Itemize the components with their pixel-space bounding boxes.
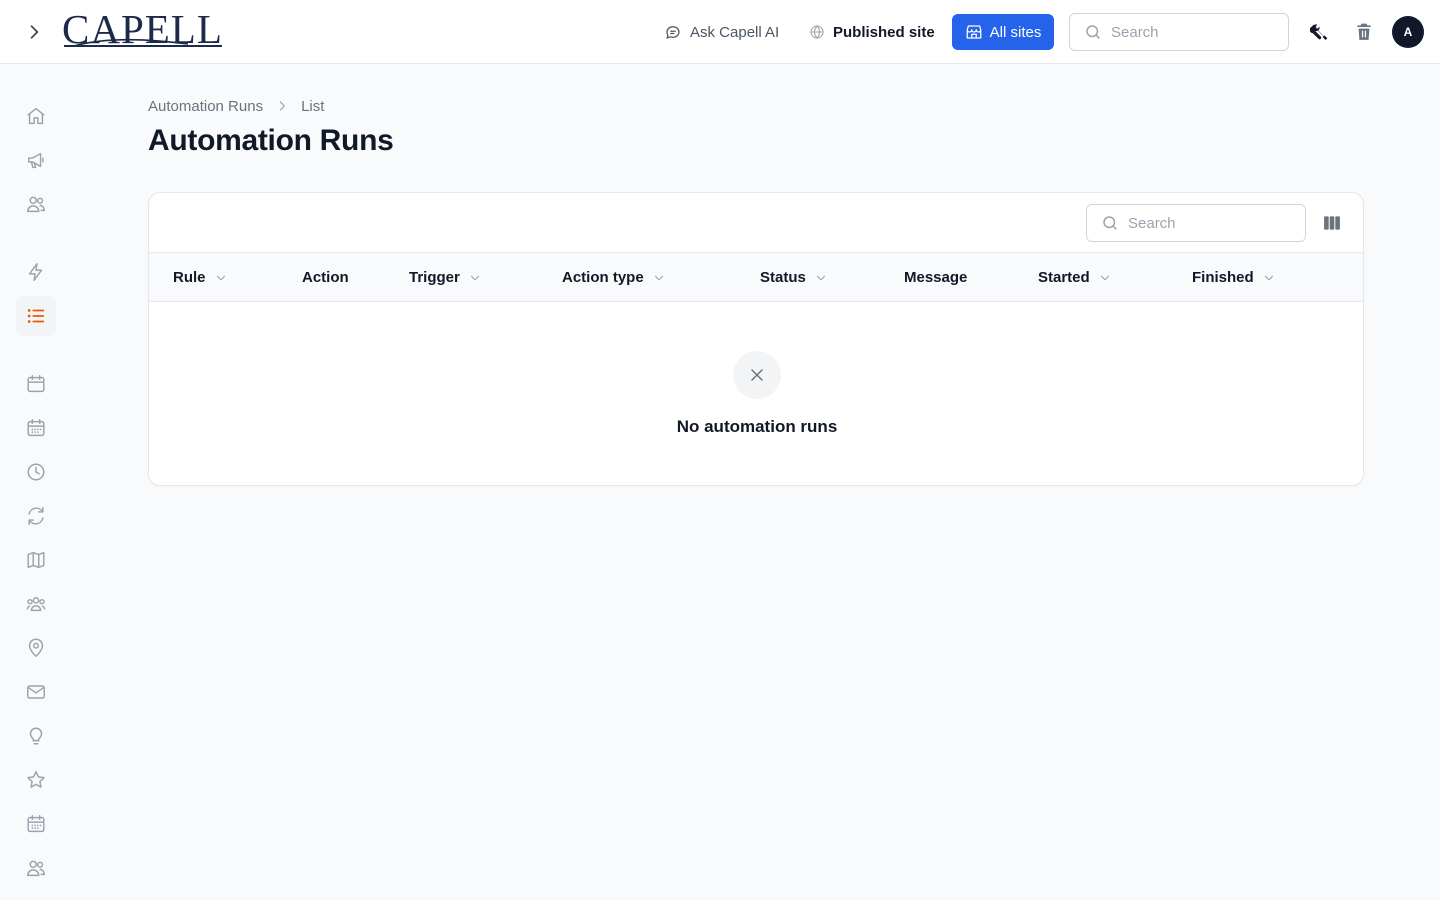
sidebar-item-automations[interactable] [16, 252, 56, 292]
column-header-started[interactable]: Started [1038, 253, 1112, 302]
logo-underline [64, 45, 222, 47]
column-header-action-type[interactable]: Action type [562, 253, 666, 302]
all-sites-label: All sites [989, 23, 1042, 41]
sidebar-item-automation-runs[interactable] [16, 296, 56, 336]
view-columns-icon [1324, 216, 1340, 230]
global-search-input[interactable] [1111, 23, 1271, 41]
search-icon [1103, 216, 1117, 230]
home-icon [27, 107, 45, 125]
column-header-label: Rule [173, 269, 206, 286]
sidebar-item-users[interactable] [16, 184, 56, 224]
column-header-label: Action type [562, 269, 644, 286]
sidebar-item-members[interactable] [16, 848, 56, 888]
breadcrumb-parent-link[interactable]: Automation Runs [148, 98, 263, 115]
logo-swash [73, 38, 189, 47]
map-pin-icon [28, 638, 44, 658]
chevron-right-icon [30, 25, 39, 39]
chevron-down-icon [470, 275, 479, 280]
sidebar-expand-button[interactable] [20, 18, 48, 46]
trash-button[interactable] [1350, 18, 1378, 46]
sidebar-item-ideas[interactable] [16, 716, 56, 756]
sidebar-item-announcements[interactable] [16, 140, 56, 180]
trash-icon [1357, 23, 1371, 40]
chat-bubble-icon [666, 26, 680, 39]
breadcrumb: Automation Runs List [148, 96, 324, 116]
sidebar-item-sync[interactable] [16, 496, 56, 536]
column-header-message: Message [904, 253, 967, 302]
sidebar-item-maps[interactable] [16, 540, 56, 580]
chevron-down-icon [216, 275, 225, 280]
table-toolbar [149, 193, 1363, 253]
users-icon [27, 860, 45, 877]
chevron-down-icon [1264, 275, 1273, 280]
list-icon [27, 309, 45, 323]
table-header: Rule Action Trigger Action type Status M… [149, 253, 1363, 302]
tools-button[interactable] [1306, 18, 1334, 46]
all-sites-button[interactable]: All sites [952, 14, 1054, 50]
user-group-icon [26, 597, 46, 612]
breadcrumb-current: List [301, 97, 325, 115]
user-avatar[interactable]: A [1392, 16, 1424, 48]
search-icon [1086, 25, 1100, 39]
ask-ai-label: Ask Capell AI [690, 23, 780, 41]
clock-icon [27, 463, 45, 481]
column-header-label: Started [1038, 269, 1090, 286]
light-bulb-icon [29, 727, 43, 745]
sidebar-item-calendar[interactable] [16, 364, 56, 404]
empty-state-icon-wrap [733, 351, 781, 399]
sidebar-item-events[interactable] [16, 804, 56, 844]
x-mark-icon [751, 369, 763, 381]
column-header-trigger[interactable]: Trigger [409, 253, 482, 302]
wrench-screwdriver-icon [1310, 24, 1328, 40]
globe-icon [810, 25, 824, 39]
column-toggle-button[interactable] [1318, 209, 1346, 237]
column-header-label: Action [302, 269, 349, 286]
map-icon [27, 551, 45, 569]
chevron-down-icon [816, 275, 825, 280]
chevron-down-icon [654, 275, 663, 280]
refresh-icon [28, 507, 44, 525]
bolt-icon [28, 263, 43, 281]
published-site-label: Published site [833, 23, 935, 41]
envelope-icon [27, 685, 45, 699]
table-card: Rule Action Trigger Action type Status M… [148, 192, 1364, 486]
column-header-label: Message [904, 269, 968, 286]
column-header-label: Finished [1192, 269, 1254, 286]
table-search [1086, 204, 1306, 242]
calendar-icon [27, 375, 45, 393]
table-search-input[interactable] [1128, 214, 1288, 232]
sidebar-item-groups[interactable] [16, 584, 56, 624]
sidebar-item-favorites[interactable] [16, 760, 56, 800]
global-search [1069, 13, 1289, 51]
page-title: Automation Runs [148, 124, 394, 157]
sidebar-item-schedule[interactable] [16, 408, 56, 448]
chevron-right-icon [279, 101, 285, 111]
column-header-label: Trigger [409, 269, 460, 286]
chevron-down-icon [1100, 275, 1109, 280]
column-header-label: Status [760, 269, 806, 286]
empty-state-message: No automation runs [676, 417, 838, 436]
sidebar-item-mail[interactable] [16, 672, 56, 712]
sidebar-item-locations[interactable] [16, 628, 56, 668]
column-header-finished[interactable]: Finished [1192, 253, 1276, 302]
sidebar [0, 65, 72, 900]
column-header-status[interactable]: Status [760, 253, 828, 302]
sidebar-item-history[interactable] [16, 452, 56, 492]
calendar-days-icon [27, 815, 45, 833]
column-header-action: Action [302, 253, 349, 302]
column-header-rule[interactable]: Rule [173, 253, 228, 302]
users-icon [27, 196, 45, 213]
megaphone-icon [27, 152, 44, 169]
published-site-link[interactable]: Published site [809, 20, 935, 44]
sidebar-item-home[interactable] [16, 96, 56, 136]
calendar-days-icon [27, 419, 45, 437]
ask-ai-button[interactable]: Ask Capell AI [664, 20, 779, 44]
storefront-icon [966, 25, 982, 39]
top-bar: CAPELL Ask Capell AI Published site All … [0, 0, 1440, 64]
star-icon [27, 771, 45, 788]
